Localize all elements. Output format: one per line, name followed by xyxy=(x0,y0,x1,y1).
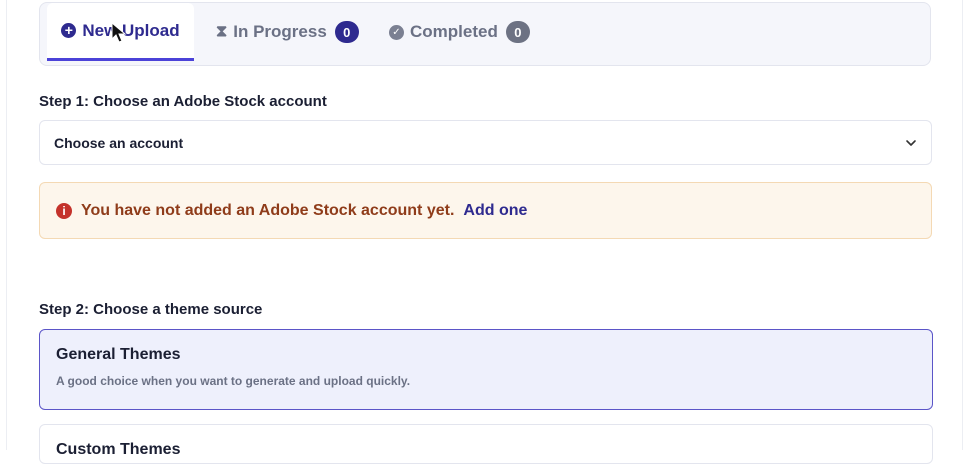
info-icon: i xyxy=(56,202,72,219)
theme-option-title: Custom Themes xyxy=(56,441,181,458)
add-account-link[interactable]: Add one xyxy=(463,202,527,220)
hourglass-icon: ⧗ xyxy=(216,23,228,40)
tab-new-upload-label: New Upload xyxy=(82,20,180,40)
no-account-alert: i You have not added an Adobe Stock acco… xyxy=(39,182,932,239)
tab-completed-label: Completed xyxy=(410,22,498,41)
tab-in-progress[interactable]: ⧗ In Progress 0 xyxy=(216,3,359,61)
chevron-down-icon xyxy=(906,139,916,146)
account-select[interactable]: Choose an account xyxy=(39,120,932,165)
completed-count-badge: 0 xyxy=(505,21,530,43)
step1-label: Step 1: Choose an Adobe Stock account xyxy=(39,93,327,110)
in-progress-count-badge: 0 xyxy=(334,21,359,43)
tab-completed[interactable]: ✓ Completed 0 xyxy=(389,3,530,61)
step2-label: Step 2: Choose a theme source xyxy=(39,301,263,318)
theme-option-general[interactable]: General Themes A good choice when you wa… xyxy=(39,329,933,410)
theme-option-custom[interactable]: Custom Themes xyxy=(39,424,933,464)
alert-message: You have not added an Adobe Stock accoun… xyxy=(81,201,455,219)
tab-in-progress-label: In Progress xyxy=(233,22,327,41)
page-right-border xyxy=(962,0,963,450)
theme-option-title: General Themes xyxy=(56,346,181,363)
account-select-value: Choose an account xyxy=(54,134,184,151)
upload-tabs: + New Upload ⧗ In Progress 0 ✓ Completed… xyxy=(39,2,931,66)
page-left-border xyxy=(6,0,7,450)
tab-new-upload[interactable]: + New Upload xyxy=(47,3,194,61)
theme-option-description: A good choice when you want to generate … xyxy=(56,374,411,388)
plus-circle-icon: + xyxy=(61,23,77,38)
check-circle-icon: ✓ xyxy=(389,24,404,40)
